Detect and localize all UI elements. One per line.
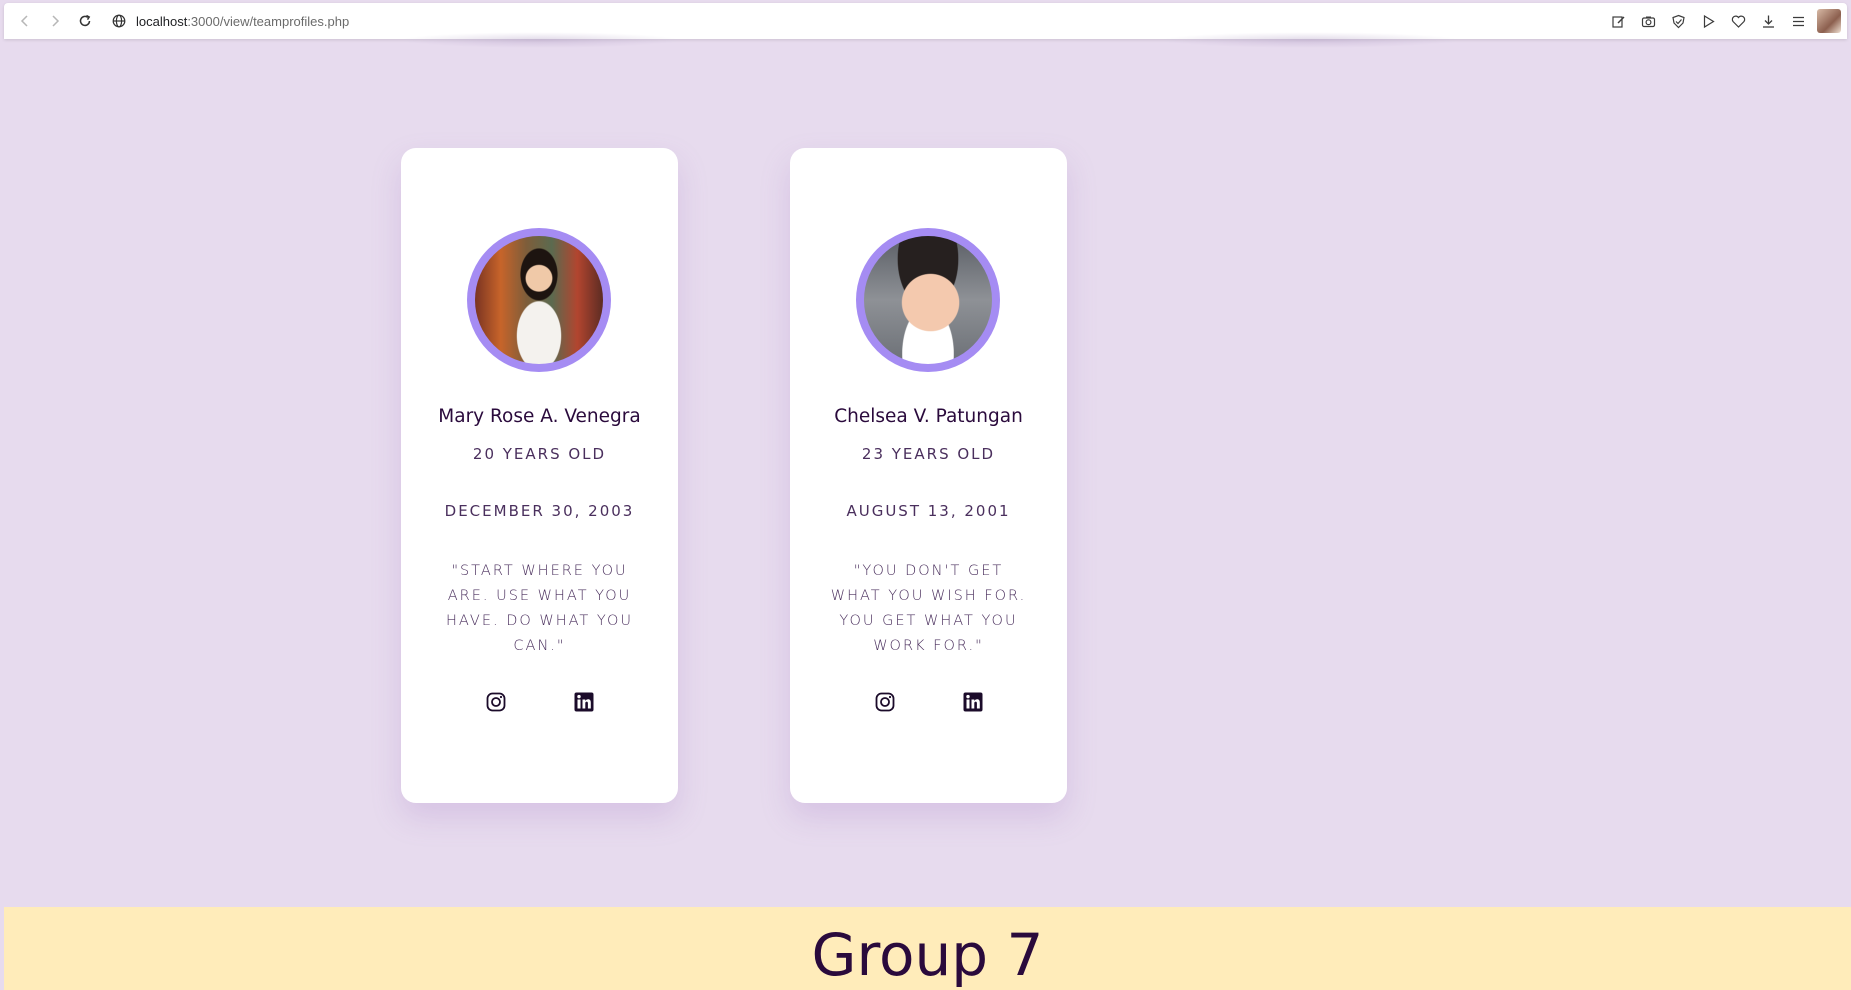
heart-icon[interactable] [1723, 6, 1753, 36]
profile-birthday: AUGUST 13, 2001 [846, 502, 1011, 520]
social-links [401, 691, 678, 713]
social-links [790, 691, 1067, 713]
globe-icon [112, 14, 126, 28]
profile-photo [864, 236, 992, 364]
linkedin-icon[interactable] [573, 691, 595, 713]
profile-avatar[interactable] [1817, 9, 1841, 33]
url-host: localhost [136, 13, 188, 29]
card-shadow-above [400, 32, 680, 48]
reload-button[interactable] [70, 6, 100, 36]
instagram-icon[interactable] [874, 691, 896, 713]
back-button[interactable] [10, 6, 40, 36]
camera-icon[interactable] [1633, 6, 1663, 36]
url-path: :3000/view/teamprofiles.php [187, 13, 350, 29]
shield-icon[interactable] [1663, 6, 1693, 36]
profile-name: Chelsea V. Patungan [834, 406, 1023, 427]
menu-icon[interactable] [1783, 6, 1813, 36]
profile-age: 23 YEARS OLD [861, 445, 996, 463]
profile-photo-ring [467, 228, 611, 372]
browser-toolbar: localhost:3000/view/teamprofiles.php [4, 3, 1847, 39]
back-arrow-icon [20, 15, 28, 27]
profile-birthday: DECEMBER 30, 2003 [444, 502, 635, 520]
linkedin-icon[interactable] [962, 691, 984, 713]
play-icon[interactable] [1693, 6, 1723, 36]
instagram-icon[interactable] [485, 691, 507, 713]
toolbar-actions [1603, 3, 1847, 39]
profile-name: Mary Rose A. Venegra [438, 406, 641, 427]
download-icon[interactable] [1753, 6, 1783, 36]
card-shadow-above [1160, 32, 1460, 48]
forward-arrow-icon [52, 15, 60, 27]
profile-quote: "START WHERE YOU ARE. USE WHAT YOU HAVE.… [446, 563, 633, 654]
page: localhost:3000/view/teamprofiles.php Ma… [0, 0, 1851, 990]
footer: Group 7 [4, 907, 1851, 990]
profile-card: Chelsea V. Patungan 23 YEARS OLD AUGUST … [790, 148, 1067, 803]
profile-card: Mary Rose A. Venegra 20 YEARS OLD DECEMB… [401, 148, 678, 803]
profile-photo-ring [856, 228, 1000, 372]
footer-title: Group 7 [811, 921, 1044, 989]
address-bar[interactable]: localhost:3000/view/teamprofiles.php [112, 6, 349, 36]
edit-icon[interactable] [1603, 6, 1633, 36]
profile-photo [475, 236, 603, 364]
reload-icon [79, 14, 91, 27]
profile-age: 20 YEARS OLD [472, 445, 607, 463]
profile-quote: "YOU DON'T GET WHAT YOU WISH FOR. YOU GE… [830, 563, 1027, 654]
forward-button[interactable] [40, 6, 70, 36]
